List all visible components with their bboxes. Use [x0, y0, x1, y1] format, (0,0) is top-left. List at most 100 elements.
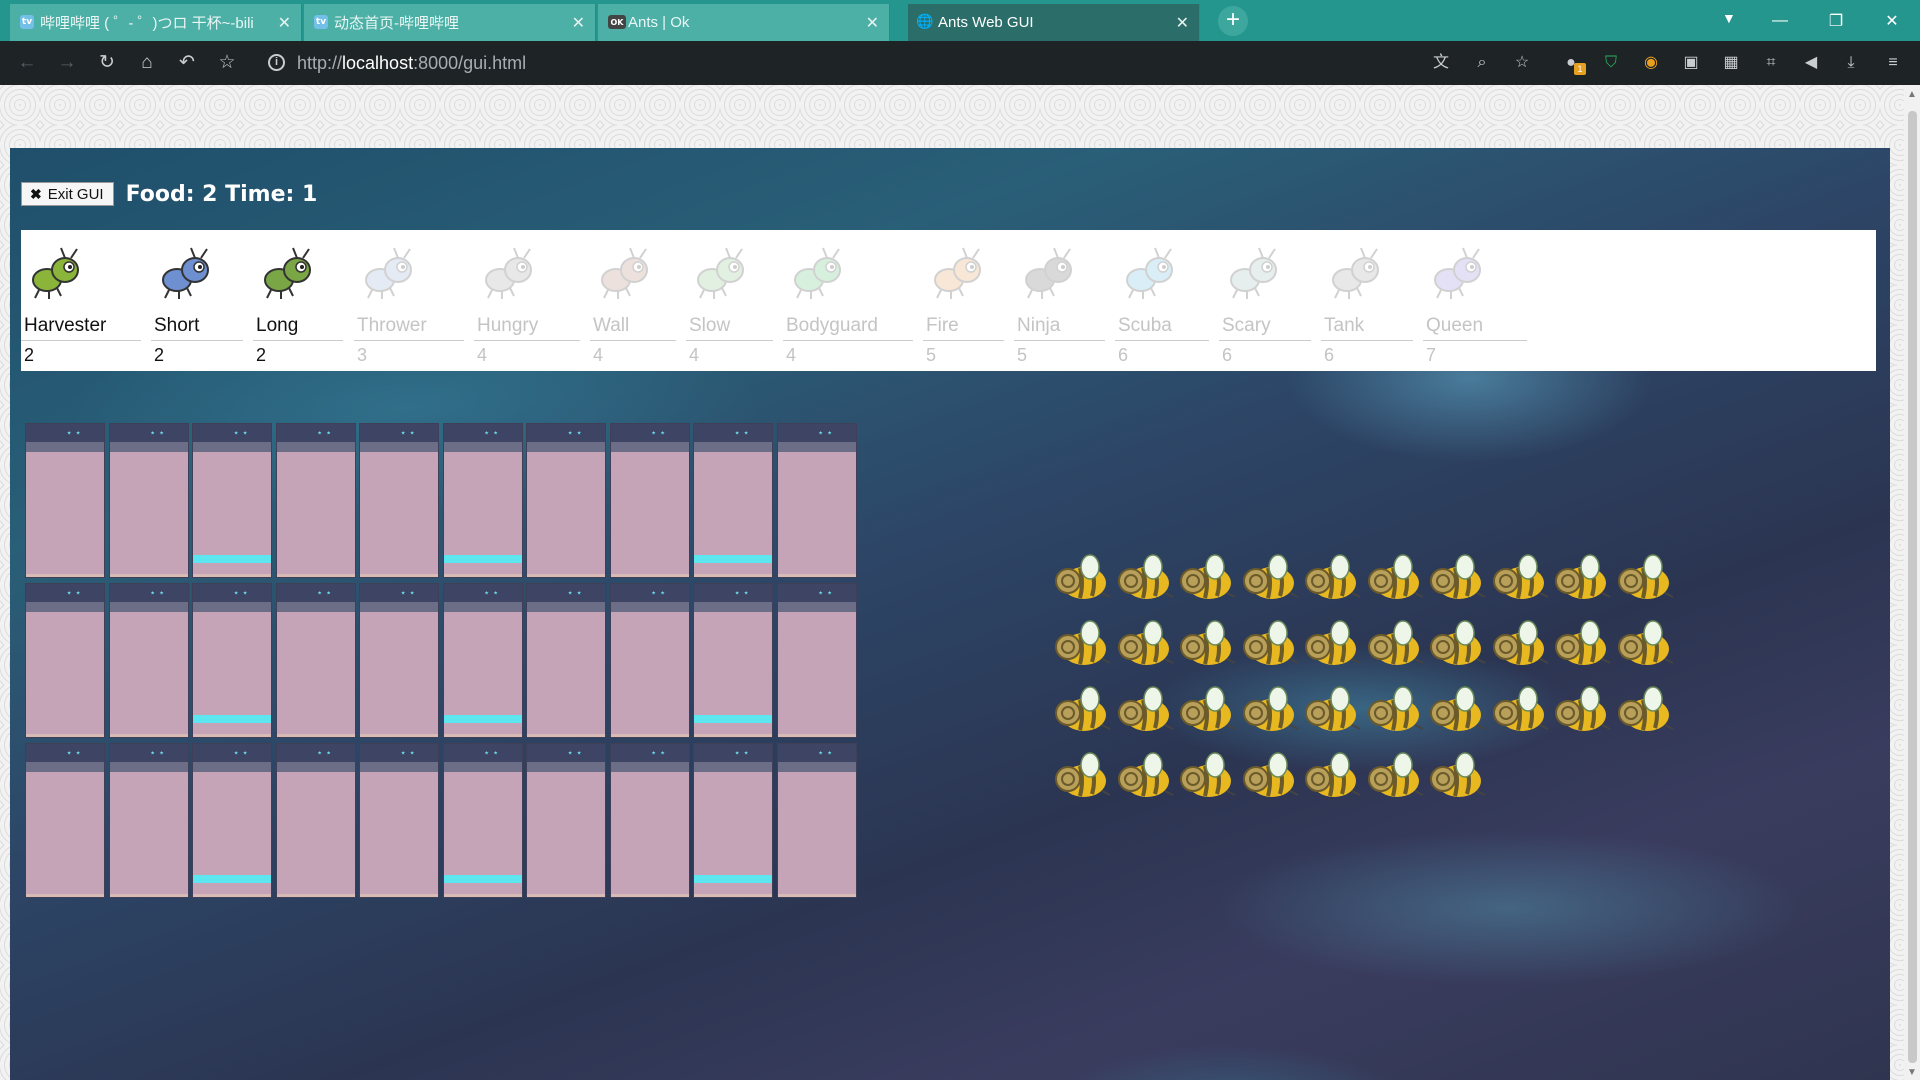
- tab-title: Ants | Ok: [628, 14, 690, 31]
- ant-name: Wall: [593, 315, 630, 336]
- tunnel-place[interactable]: ⋆ ⋆: [609, 423, 690, 578]
- extension-color-icon[interactable]: ◉: [1640, 53, 1662, 73]
- close-tab-icon[interactable]: ✕: [564, 13, 585, 33]
- drip-decoration: ⋆ ⋆: [66, 428, 82, 439]
- favorite-star-icon[interactable]: ☆: [1511, 53, 1533, 73]
- undo-icon[interactable]: ↶: [174, 51, 200, 75]
- close-tab-icon[interactable]: ✕: [858, 13, 879, 33]
- divider: [354, 340, 464, 341]
- tunnel-place[interactable]: ⋆ ⋆: [359, 423, 439, 578]
- restore-icon[interactable]: ❐: [1808, 0, 1864, 41]
- tunnel-place[interactable]: ⋆ ⋆: [693, 583, 773, 738]
- tunnel-place[interactable]: ⋆ ⋆: [693, 423, 773, 578]
- close-window-icon[interactable]: ✕: [1864, 0, 1920, 41]
- tunnel-place[interactable]: ⋆ ⋆: [776, 423, 857, 578]
- tunnel-place[interactable]: ⋆ ⋆: [192, 743, 272, 898]
- translate-icon[interactable]: 文: [1430, 53, 1452, 73]
- bookmark-star-icon[interactable]: ☆: [214, 51, 240, 75]
- tunnel-place[interactable]: ⋆ ⋆: [776, 743, 857, 898]
- close-tab-icon[interactable]: ✕: [270, 13, 291, 33]
- tunnel-place[interactable]: ⋆ ⋆: [609, 743, 690, 898]
- drip-decoration: ⋆ ⋆: [66, 748, 82, 759]
- scroll-down-icon[interactable]: ▼: [1907, 1067, 1917, 1078]
- bee-icon: [1613, 685, 1675, 737]
- bee-icon: [1050, 751, 1112, 803]
- apps-grid-icon[interactable]: ▦: [1720, 53, 1742, 73]
- zoom-icon[interactable]: ⌕: [1471, 53, 1493, 73]
- site-info-icon[interactable]: i: [268, 54, 285, 71]
- reload-icon[interactable]: ↻: [94, 51, 120, 75]
- shield-icon[interactable]: ⛉: [1600, 53, 1622, 73]
- ant-cost: 7: [1426, 345, 1437, 365]
- close-tab-icon[interactable]: ✕: [1168, 13, 1189, 33]
- tunnel-place[interactable]: ⋆ ⋆: [526, 423, 606, 578]
- close-icon: ✖: [30, 185, 42, 202]
- vertical-scrollbar[interactable]: ▲ ▼: [1904, 85, 1920, 1080]
- glasses-icon[interactable]: ▣: [1680, 53, 1702, 73]
- tunnel-place[interactable]: ⋆ ⋆: [359, 743, 439, 898]
- browser-tab[interactable]: OK Ants | Ok ✕: [598, 4, 890, 41]
- tunnel-place[interactable]: ⋆ ⋆: [442, 743, 523, 898]
- download-icon[interactable]: ⤓: [1840, 53, 1862, 73]
- ant-name: Slow: [689, 315, 731, 336]
- tunnel-place[interactable]: ⋆ ⋆: [108, 423, 189, 578]
- tunnel-place[interactable]: ⋆ ⋆: [526, 743, 606, 898]
- tab-title: 动态首页-哔哩哔哩: [334, 15, 459, 32]
- ant-bodyguard-icon: [787, 240, 851, 304]
- tunnel-place[interactable]: ⋆ ⋆: [275, 423, 356, 578]
- tunnel-place[interactable]: ⋆ ⋆: [192, 583, 272, 738]
- exit-gui-button[interactable]: ✖ Exit GUI: [21, 182, 114, 206]
- tunnel-place[interactable]: ⋆ ⋆: [609, 583, 690, 738]
- browser-tab[interactable]: tv 哔哩哔哩 ( ゜- ゜)つロ 干杯~-bili ✕: [10, 4, 302, 41]
- minimize-icon[interactable]: —: [1752, 0, 1808, 41]
- url-host: localhost: [342, 53, 414, 73]
- tunnel-place[interactable]: ⋆ ⋆: [442, 583, 523, 738]
- tab-bar: tv 哔哩哔哩 ( ゜- ゜)つロ 干杯~-bili ✕ tv 动态首页-哔哩哔哩 ✕ OK…: [0, 0, 1920, 41]
- ant-name: Queen: [1426, 315, 1484, 336]
- water-strip: [193, 875, 271, 883]
- ant-name: Short: [154, 315, 200, 336]
- tunnel-place[interactable]: ⋆ ⋆: [25, 423, 105, 578]
- tunnel-place[interactable]: ⋆ ⋆: [25, 743, 105, 898]
- tunnel-place[interactable]: ⋆ ⋆: [275, 743, 356, 898]
- ant-card-bodyguard: Bodyguard 4: [783, 230, 919, 371]
- tab-list-dropdown-icon[interactable]: ▼: [1722, 10, 1736, 26]
- ant-card-long[interactable]: Long 2: [253, 230, 349, 371]
- bee-icon: [1613, 619, 1675, 671]
- tunnel-place[interactable]: ⋆ ⋆: [442, 423, 523, 578]
- browser-tab[interactable]: 🌐 Ants Web GUI ✕: [908, 4, 1200, 41]
- bee-icon: [1425, 553, 1487, 605]
- bee-icon: [1175, 619, 1237, 671]
- crop-icon[interactable]: ⌗: [1760, 53, 1782, 73]
- tunnel-place[interactable]: ⋆ ⋆: [108, 583, 189, 738]
- tunnel-place[interactable]: ⋆ ⋆: [108, 743, 189, 898]
- address-bar[interactable]: http://localhost:8000/gui.html: [297, 53, 526, 74]
- mute-icon[interactable]: ◀: [1800, 53, 1822, 73]
- drip-decoration: ⋆ ⋆: [817, 428, 833, 439]
- tunnel-place[interactable]: ⋆ ⋆: [776, 583, 857, 738]
- tunnel-place[interactable]: ⋆ ⋆: [192, 423, 272, 578]
- tunnel-place[interactable]: ⋆ ⋆: [693, 743, 773, 898]
- back-icon[interactable]: ←: [14, 51, 40, 75]
- ant-card-fire: Fire 5: [923, 230, 1010, 371]
- new-tab-button[interactable]: +: [1218, 6, 1248, 36]
- drip-decoration: ⋆ ⋆: [483, 588, 499, 599]
- scroll-up-icon[interactable]: ▲: [1907, 89, 1917, 100]
- ant-card-harvester[interactable]: Harvester 2: [21, 230, 147, 371]
- forward-icon[interactable]: →: [54, 51, 80, 75]
- browser-tab[interactable]: tv 动态首页-哔哩哔哩 ✕: [304, 4, 596, 41]
- scrollbar-thumb[interactable]: [1908, 111, 1917, 1063]
- tunnel-place[interactable]: ⋆ ⋆: [526, 583, 606, 738]
- water-strip: [193, 715, 271, 723]
- tunnel-place[interactable]: ⋆ ⋆: [25, 583, 105, 738]
- ant-name: Fire: [926, 315, 959, 336]
- tunnel-place[interactable]: ⋆ ⋆: [359, 583, 439, 738]
- home-icon[interactable]: ⌂: [134, 51, 160, 75]
- menu-icon[interactable]: ≡: [1882, 53, 1904, 73]
- drip-decoration: ⋆ ⋆: [233, 428, 249, 439]
- extension-icon[interactable]: ● 1: [1560, 53, 1586, 75]
- tunnel-place[interactable]: ⋆ ⋆: [275, 583, 356, 738]
- drip-decoration: ⋆ ⋆: [483, 428, 499, 439]
- bee-icon: [1550, 553, 1612, 605]
- ant-card-short[interactable]: Short 2: [151, 230, 249, 371]
